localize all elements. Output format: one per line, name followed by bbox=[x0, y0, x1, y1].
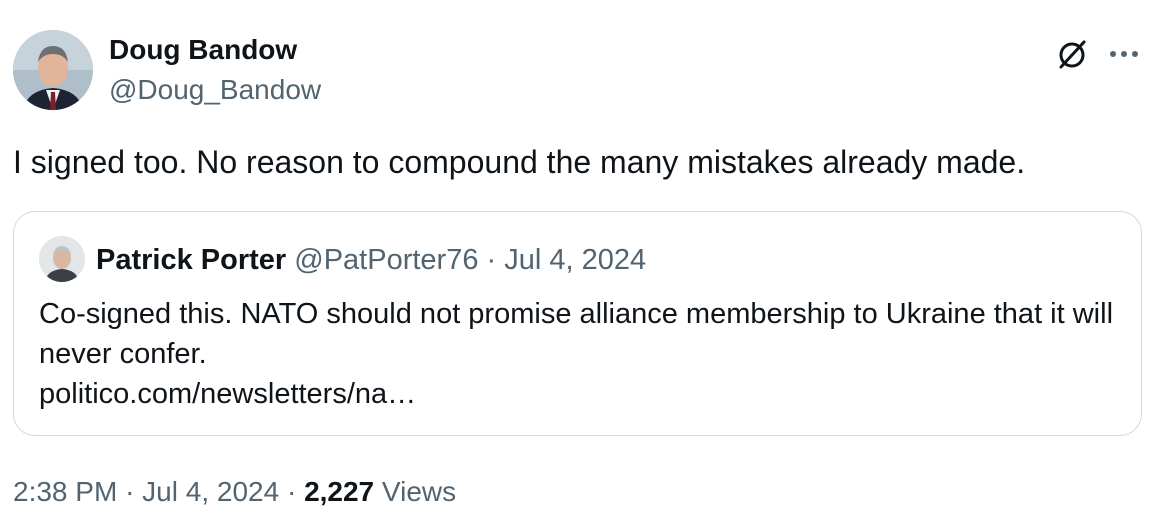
author-avatar-photo bbox=[13, 30, 93, 110]
quote-author-avatar[interactable] bbox=[39, 236, 85, 282]
quote-body: Co-signed this. NATO should not promise … bbox=[39, 294, 1124, 414]
quote-date[interactable]: Jul 4, 2024 bbox=[504, 244, 646, 276]
quoted-tweet-card[interactable]: Patrick Porter @PatPorter76 · Jul 4, 202… bbox=[13, 211, 1142, 436]
more-dots-icon[interactable] bbox=[1104, 38, 1144, 70]
author-name[interactable]: Doug Bandow bbox=[109, 32, 297, 68]
views-count: 2,227 bbox=[304, 476, 375, 507]
footer-separator: · bbox=[125, 476, 135, 507]
tweet-date[interactable]: Jul 4, 2024 bbox=[142, 476, 279, 507]
quote-avatar-photo bbox=[39, 236, 85, 282]
quote-separator: · bbox=[486, 244, 497, 276]
quote-text: Co-signed this. NATO should not promise … bbox=[39, 298, 1114, 370]
quote-link[interactable]: politico.com/newsletters/na… bbox=[39, 374, 1124, 414]
quote-author-name[interactable]: Patrick Porter bbox=[96, 244, 286, 276]
quote-header: Patrick Porter @PatPorter76 · Jul 4, 202… bbox=[96, 242, 646, 278]
author-avatar[interactable] bbox=[13, 30, 93, 110]
views-label: Views bbox=[381, 476, 457, 507]
tweet-time[interactable]: 2:38 PM bbox=[13, 476, 117, 507]
author-handle[interactable]: @Doug_Bandow bbox=[109, 72, 321, 108]
grok-icon[interactable] bbox=[1054, 36, 1090, 72]
tweet-text: I signed too. No reason to compound the … bbox=[13, 144, 1026, 180]
tweet-footer: 2:38 PM · Jul 4, 2024 · 2,227 Views bbox=[13, 474, 456, 510]
footer-separator: · bbox=[286, 476, 297, 507]
quote-author-handle[interactable]: @PatPorter76 bbox=[294, 244, 478, 276]
